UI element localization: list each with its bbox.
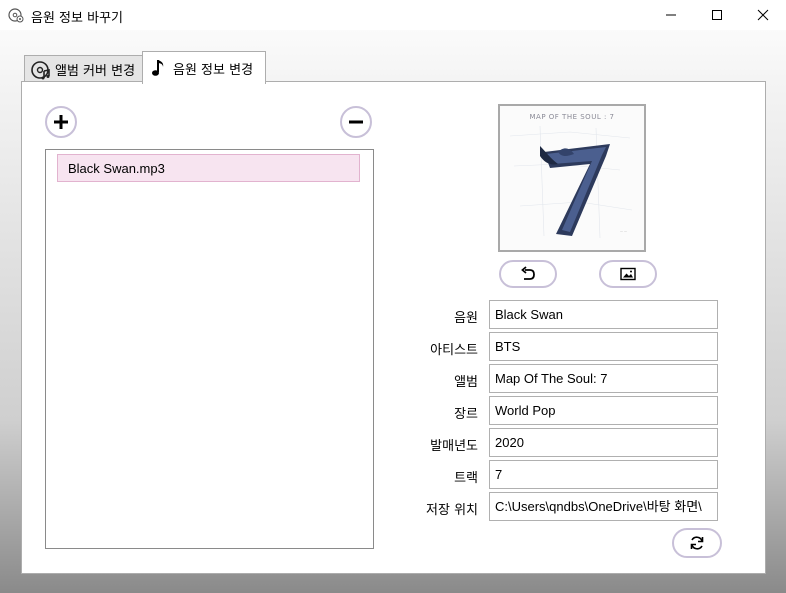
- save-path-field[interactable]: C:\Users\qndbs\OneDrive\바탕 화면\: [489, 492, 718, 521]
- refresh-icon: [690, 536, 704, 550]
- tab-music-info-label: 음원 정보 변경: [173, 62, 254, 78]
- minimize-icon: [666, 14, 676, 16]
- field-label-year: 발매년도: [430, 439, 478, 454]
- tab-music-info[interactable]: 음원 정보 변경: [142, 51, 266, 84]
- tab-album-cover[interactable]: 앨범 커버 변경: [24, 55, 143, 83]
- tab-album-cover-label: 앨범 커버 변경: [55, 64, 136, 79]
- file-list[interactable]: Black Swan.mp3: [45, 149, 374, 549]
- maximize-button[interactable]: [694, 0, 740, 30]
- album-field[interactable]: Map Of The Soul: 7: [489, 364, 718, 393]
- field-label-track: 트랙: [454, 471, 478, 486]
- title-field[interactable]: Black Swan: [489, 300, 718, 329]
- image-icon: [620, 267, 636, 281]
- album-cover-image: MAP OF THE SOUL : 7 — —: [498, 104, 646, 252]
- music-info-panel: Black Swan.mp3 MAP OF THE SOUL : 7 — — 음…: [21, 81, 766, 574]
- add-file-button[interactable]: [45, 106, 77, 138]
- refresh-button[interactable]: [672, 528, 722, 558]
- title-bar: 음원 정보 바꾸기: [0, 0, 786, 30]
- field-label-save-path: 저장 위치: [426, 503, 478, 518]
- close-button[interactable]: [740, 0, 786, 30]
- minus-icon: [349, 120, 363, 124]
- maximize-icon: [712, 10, 722, 20]
- field-label-genre: 장르: [454, 407, 478, 422]
- year-field[interactable]: 2020: [489, 428, 718, 457]
- field-label-album: 앨범: [454, 375, 478, 390]
- close-icon: [757, 9, 769, 21]
- field-label-title: 음원: [454, 311, 478, 326]
- album-cover-title: MAP OF THE SOUL : 7: [530, 113, 615, 121]
- svg-text:— —: — —: [620, 229, 627, 233]
- undo-icon: [521, 266, 535, 280]
- album-cover-icon: [31, 60, 50, 79]
- undo-cover-button[interactable]: [499, 260, 557, 288]
- remove-file-button[interactable]: [340, 106, 372, 138]
- artist-field[interactable]: BTS: [489, 332, 718, 361]
- list-item[interactable]: Black Swan.mp3: [57, 154, 360, 182]
- disc-settings-icon: [8, 8, 24, 23]
- window-title: 음원 정보 바꾸기: [31, 11, 123, 26]
- file-name: Black Swan.mp3: [68, 160, 165, 176]
- select-image-button[interactable]: [599, 260, 657, 288]
- album-cover-art: MAP OF THE SOUL : 7 — —: [500, 106, 644, 250]
- plus-icon: [54, 115, 68, 129]
- genre-field[interactable]: World Pop: [489, 396, 718, 425]
- track-field[interactable]: 7: [489, 460, 718, 489]
- field-label-artist: 아티스트: [430, 343, 478, 358]
- minimize-button[interactable]: [648, 0, 694, 30]
- music-note-icon: [152, 60, 164, 76]
